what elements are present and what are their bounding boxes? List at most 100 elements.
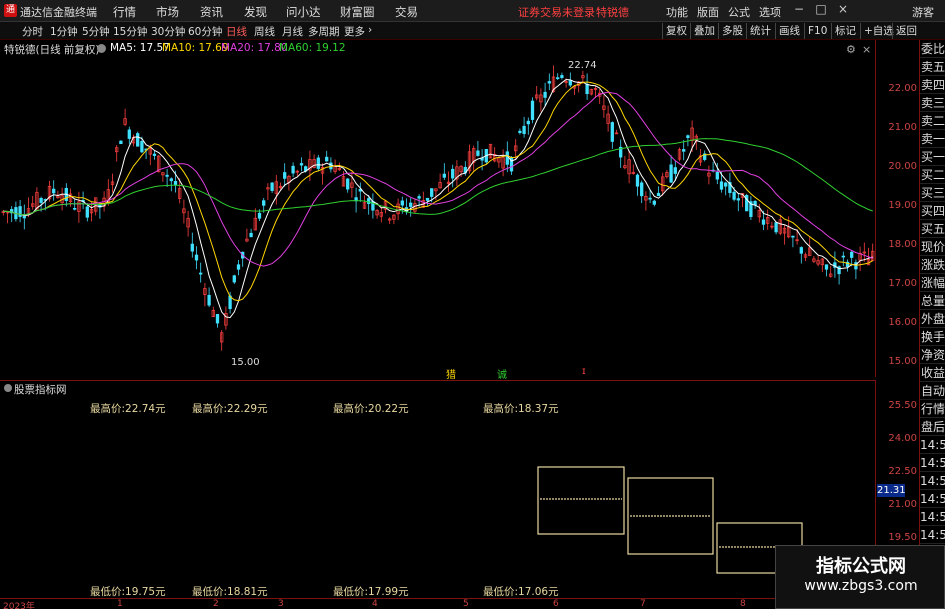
- candle-body: [526, 120, 530, 125]
- side-panel-item: 现价: [920, 240, 945, 256]
- period-5min[interactable]: 5分钟: [82, 24, 110, 39]
- maximize-icon[interactable]: □: [812, 2, 830, 16]
- login-warning[interactable]: 证券交易未登录: [518, 4, 595, 20]
- period-15min[interactable]: 15分钟: [113, 24, 147, 39]
- period-multi[interactable]: 多周期: [308, 24, 340, 39]
- candle-body: [119, 140, 123, 145]
- range-box-plot: [537, 466, 803, 574]
- candle-body: [283, 172, 287, 179]
- candle-body: [841, 255, 845, 258]
- candle-body: [346, 178, 350, 190]
- price-axis: 22.00 21.00 20.00 19.00 18.00 17.00 16.0…: [877, 40, 919, 377]
- guest-label[interactable]: 游客: [912, 4, 934, 20]
- period-more[interactable]: 更多: [344, 24, 365, 39]
- candle-body: [140, 141, 144, 153]
- period-30min[interactable]: 30分钟: [151, 24, 185, 39]
- menu-layout[interactable]: 版面: [697, 4, 719, 20]
- site-watermark: 指标公式网 www.zbgs3.com: [775, 545, 945, 609]
- y-tick: 20.00: [888, 161, 917, 172]
- period-intraday[interactable]: 分时: [22, 24, 43, 39]
- mark-button[interactable]: 标记: [831, 23, 859, 39]
- time-axis: 2023年 1 2 3 4 5 6 7 8: [0, 598, 876, 609]
- side-panel-item: 总量: [920, 294, 945, 310]
- y-tick: 16.00: [888, 317, 917, 328]
- x-tick: 2: [213, 599, 219, 609]
- side-panel-item: 外盘: [920, 312, 945, 328]
- signal-marker: 诚: [497, 370, 507, 381]
- minimize-icon[interactable]: −: [790, 2, 808, 16]
- period-daily[interactable]: 日线: [226, 24, 247, 39]
- menu-discover[interactable]: 发现: [244, 4, 267, 20]
- indicator-panel[interactable]: 股票指标网 最高价:22.74元 最高价:22.29元 最高价:20.22元 最…: [0, 380, 876, 599]
- candle-body: [518, 130, 522, 133]
- x-tick: 5: [463, 599, 469, 609]
- y-tick: 22.00: [888, 83, 917, 94]
- candle-body: [52, 188, 56, 194]
- side-panel-item: 委比: [920, 42, 945, 58]
- period-1min[interactable]: 1分钟: [50, 24, 78, 39]
- menu-ask-xiaoda[interactable]: 问小达: [286, 4, 321, 20]
- side-panel-item: 买二: [920, 168, 945, 184]
- side-panel-item[interactable]: 行情: [920, 400, 945, 418]
- candle-body: [173, 180, 178, 185]
- period-60min[interactable]: 60分钟: [188, 24, 222, 39]
- menu-wealth-circle[interactable]: 财富圈: [340, 4, 375, 20]
- candle-body: [543, 91, 547, 98]
- period-monthly[interactable]: 月线: [282, 24, 303, 39]
- current-value-badge: 21.31: [877, 484, 906, 497]
- back-button[interactable]: 返回: [892, 23, 920, 39]
- menu-options[interactable]: 选项: [759, 4, 781, 20]
- side-panel-item[interactable]: 盘后: [920, 418, 945, 436]
- menu-functions[interactable]: 功能: [666, 4, 688, 20]
- side-panel-item: 14:5: [920, 456, 945, 472]
- candle-body: [127, 129, 131, 139]
- candle-body: [824, 264, 829, 270]
- period-weekly[interactable]: 周线: [254, 24, 275, 39]
- range-box: [537, 466, 625, 535]
- candle-body: [316, 157, 320, 169]
- candle-body: [190, 243, 194, 252]
- app-logo-icon: 通: [4, 4, 17, 17]
- candle-body: [736, 198, 740, 201]
- candle-body: [568, 80, 572, 86]
- candle-body: [425, 197, 430, 201]
- side-panel-item: 14:5: [920, 528, 945, 544]
- x-tick: 2023年: [3, 602, 35, 609]
- f10-button[interactable]: F10: [804, 23, 830, 39]
- signal-marker: ɪ: [582, 366, 586, 377]
- candle-body: [556, 77, 560, 80]
- side-panel-item: 买四: [920, 204, 945, 220]
- candle-body: [409, 202, 413, 207]
- y-tick: 15.00: [888, 356, 917, 367]
- candlestick-plot: [1, 65, 875, 351]
- side-panel-item: 买一: [920, 150, 945, 166]
- side-panel-item: 14:5: [920, 438, 945, 454]
- candle-body: [791, 235, 795, 238]
- menu-formula[interactable]: 公式: [728, 4, 750, 20]
- overlay-button[interactable]: 叠加: [690, 23, 718, 39]
- multi-stock-button[interactable]: 多股: [718, 23, 746, 39]
- side-panel-item: 14:5: [920, 510, 945, 526]
- y-tick: 24.00: [888, 433, 917, 444]
- watermark-url: www.zbgs3.com: [804, 578, 918, 594]
- candle-body: [635, 174, 640, 187]
- candle-body: [669, 164, 673, 183]
- candle-body: [648, 197, 652, 200]
- candle-body: [417, 196, 421, 199]
- draw-line-button[interactable]: 画线: [775, 23, 803, 39]
- statistics-button[interactable]: 统计: [746, 23, 774, 39]
- quote-side-panel: 委比 卖五 卖四 卖三 卖二 卖一 买一 买二 买三 买四 买五 现价 涨跌 涨幅 总量 外盘 换手 净资 收益 自动…: [919, 40, 945, 609]
- menu-market-quotes[interactable]: 行情: [113, 4, 136, 20]
- side-panel-item[interactable]: 自动: [920, 382, 945, 400]
- candle-body: [232, 275, 236, 283]
- candle-body: [761, 219, 766, 225]
- close-icon[interactable]: ×: [834, 2, 852, 16]
- adjust-button[interactable]: 复权: [662, 23, 690, 39]
- kline-chart-panel[interactable]: 特锐德(日线 前复权) MA5: 17.57 MA10: 17.69 MA20:…: [0, 40, 876, 381]
- menu-trade[interactable]: 交易: [395, 4, 418, 20]
- app-title: 通达信金融终端: [20, 6, 97, 19]
- candle-body: [652, 200, 656, 205]
- menu-market[interactable]: 市场: [156, 4, 179, 20]
- menu-news[interactable]: 资讯: [200, 4, 223, 20]
- more-chevron-icon[interactable]: ›: [368, 24, 372, 36]
